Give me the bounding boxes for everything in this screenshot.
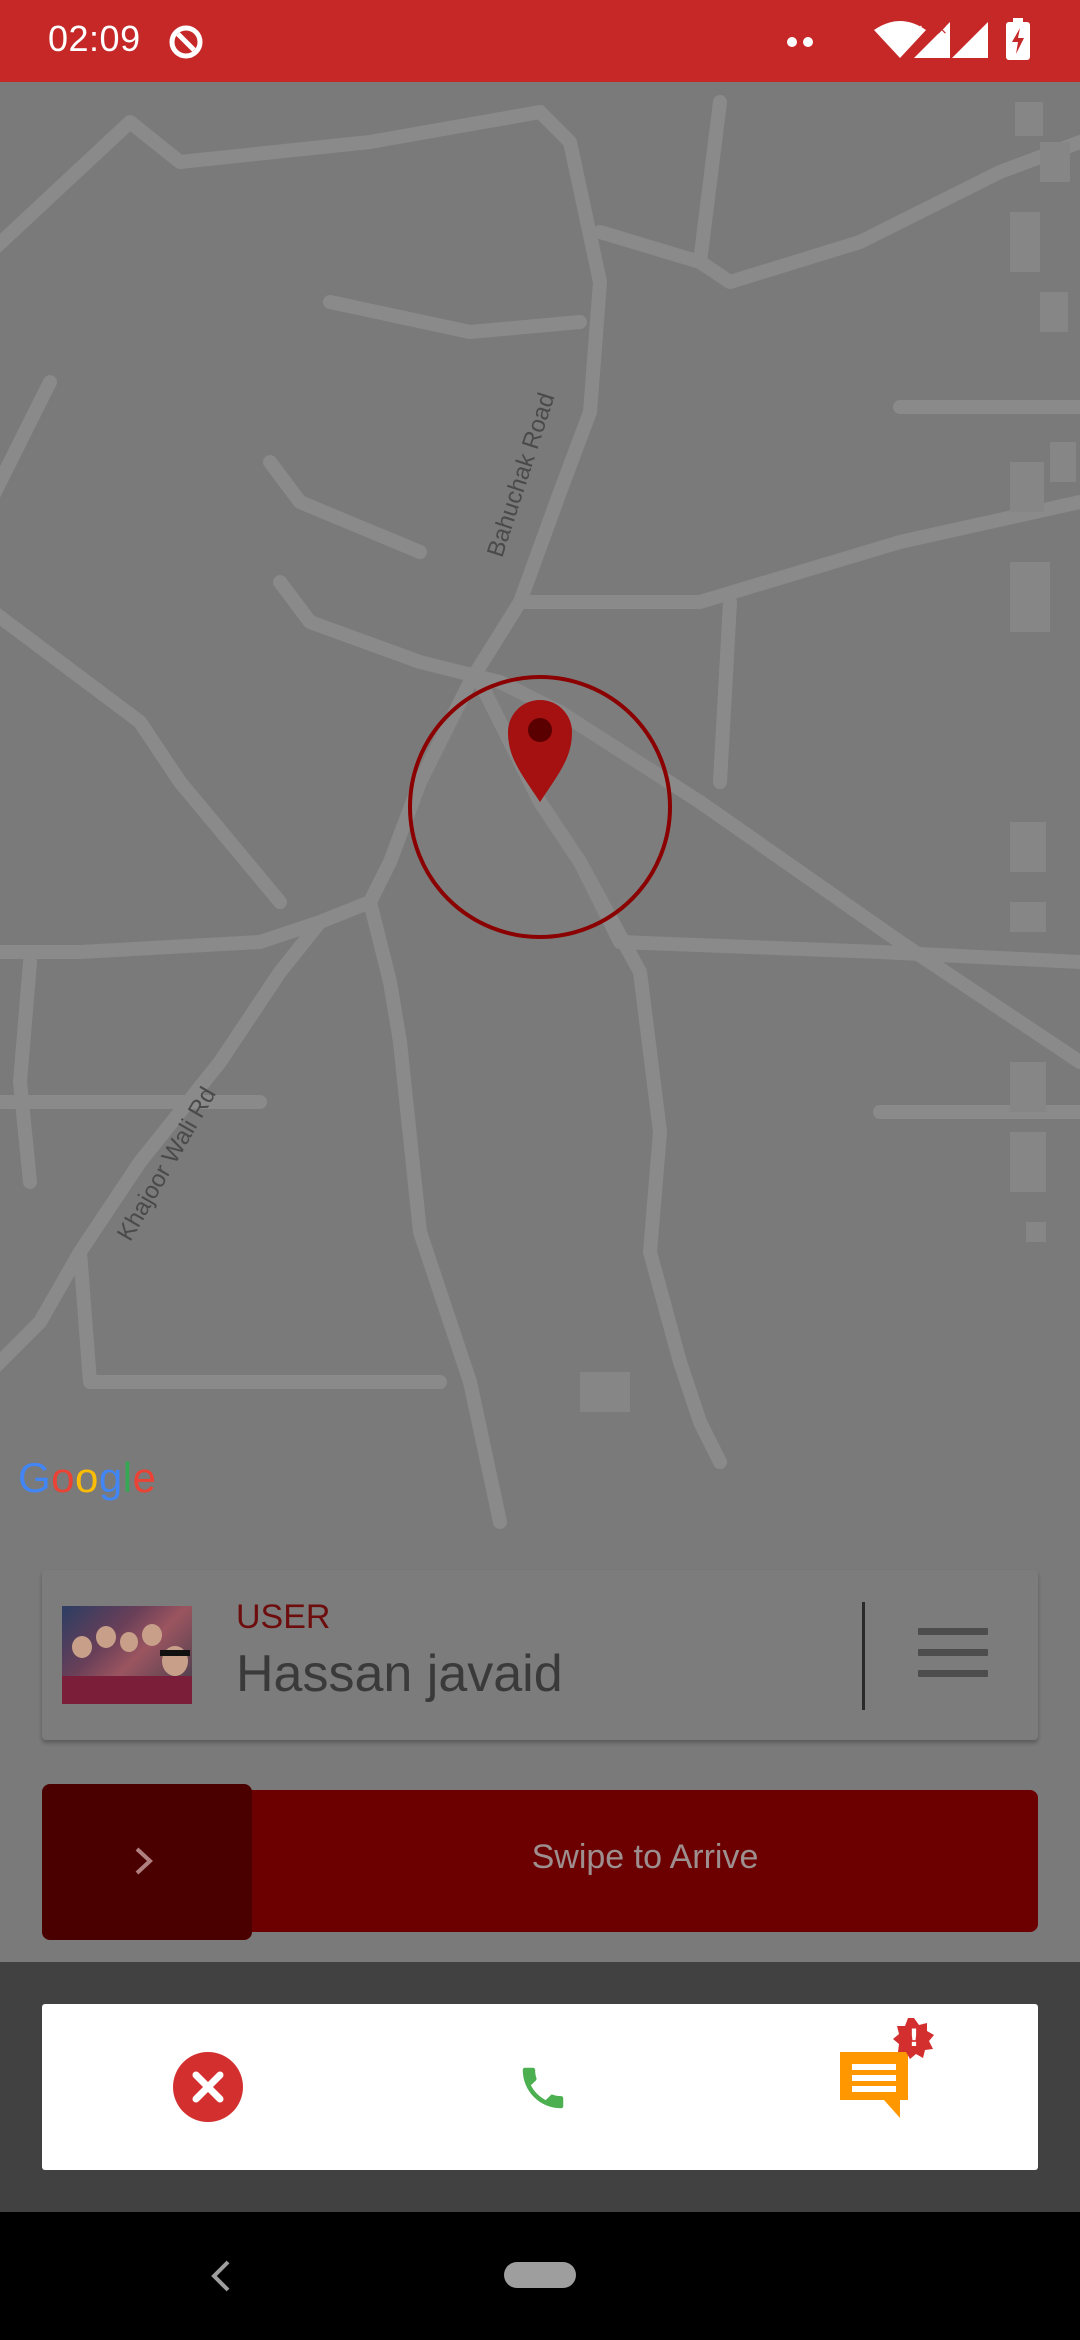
action-card: !: [42, 2004, 1038, 2170]
cancel-circle-icon: [173, 2052, 243, 2122]
svg-text:!: !: [909, 2024, 920, 2052]
user-role: USER: [236, 1598, 331, 1636]
chevron-right-icon: [135, 1847, 153, 1875]
user-name: Hassan javaid: [236, 1645, 563, 1703]
signal-icon: ×: [914, 22, 950, 58]
call-button[interactable]: [374, 2004, 706, 2170]
status-bar: 02:09 × ×: [0, 0, 1080, 82]
more-dots-icon: [787, 37, 813, 47]
cancel-button[interactable]: [42, 2004, 374, 2170]
home-pill[interactable]: [504, 2262, 576, 2288]
back-icon[interactable]: [208, 2256, 234, 2296]
app-screen: 02:09 × × Bahuchak Road Khajoor Wali Rd …: [0, 0, 1080, 2340]
chat-button[interactable]: !: [706, 2004, 1038, 2170]
battery-charging-icon: [1006, 18, 1030, 60]
status-time: 02:09: [48, 18, 141, 59]
signal-icon: [952, 22, 988, 58]
swipe-label: Swipe to Arrive: [531, 1838, 759, 1876]
swipe-to-arrive-slider[interactable]: Swipe to Arrive: [42, 1784, 1038, 1940]
card-divider: [862, 1602, 865, 1710]
user-card[interactable]: USER Hassan javaid: [42, 1570, 1038, 1740]
sync-icon: [169, 25, 203, 59]
avatar: [62, 1606, 192, 1704]
phone-icon: [522, 2067, 564, 2109]
google-logo: Google: [18, 1454, 157, 1501]
action-area: !: [0, 1962, 1080, 2212]
navigation-bar: [0, 2212, 1080, 2340]
swipe-handle[interactable]: [42, 1784, 252, 1940]
hamburger-menu-icon[interactable]: [918, 1628, 988, 1678]
svg-text:×: ×: [936, 22, 948, 38]
alert-badge-icon: !: [893, 2018, 934, 2059]
